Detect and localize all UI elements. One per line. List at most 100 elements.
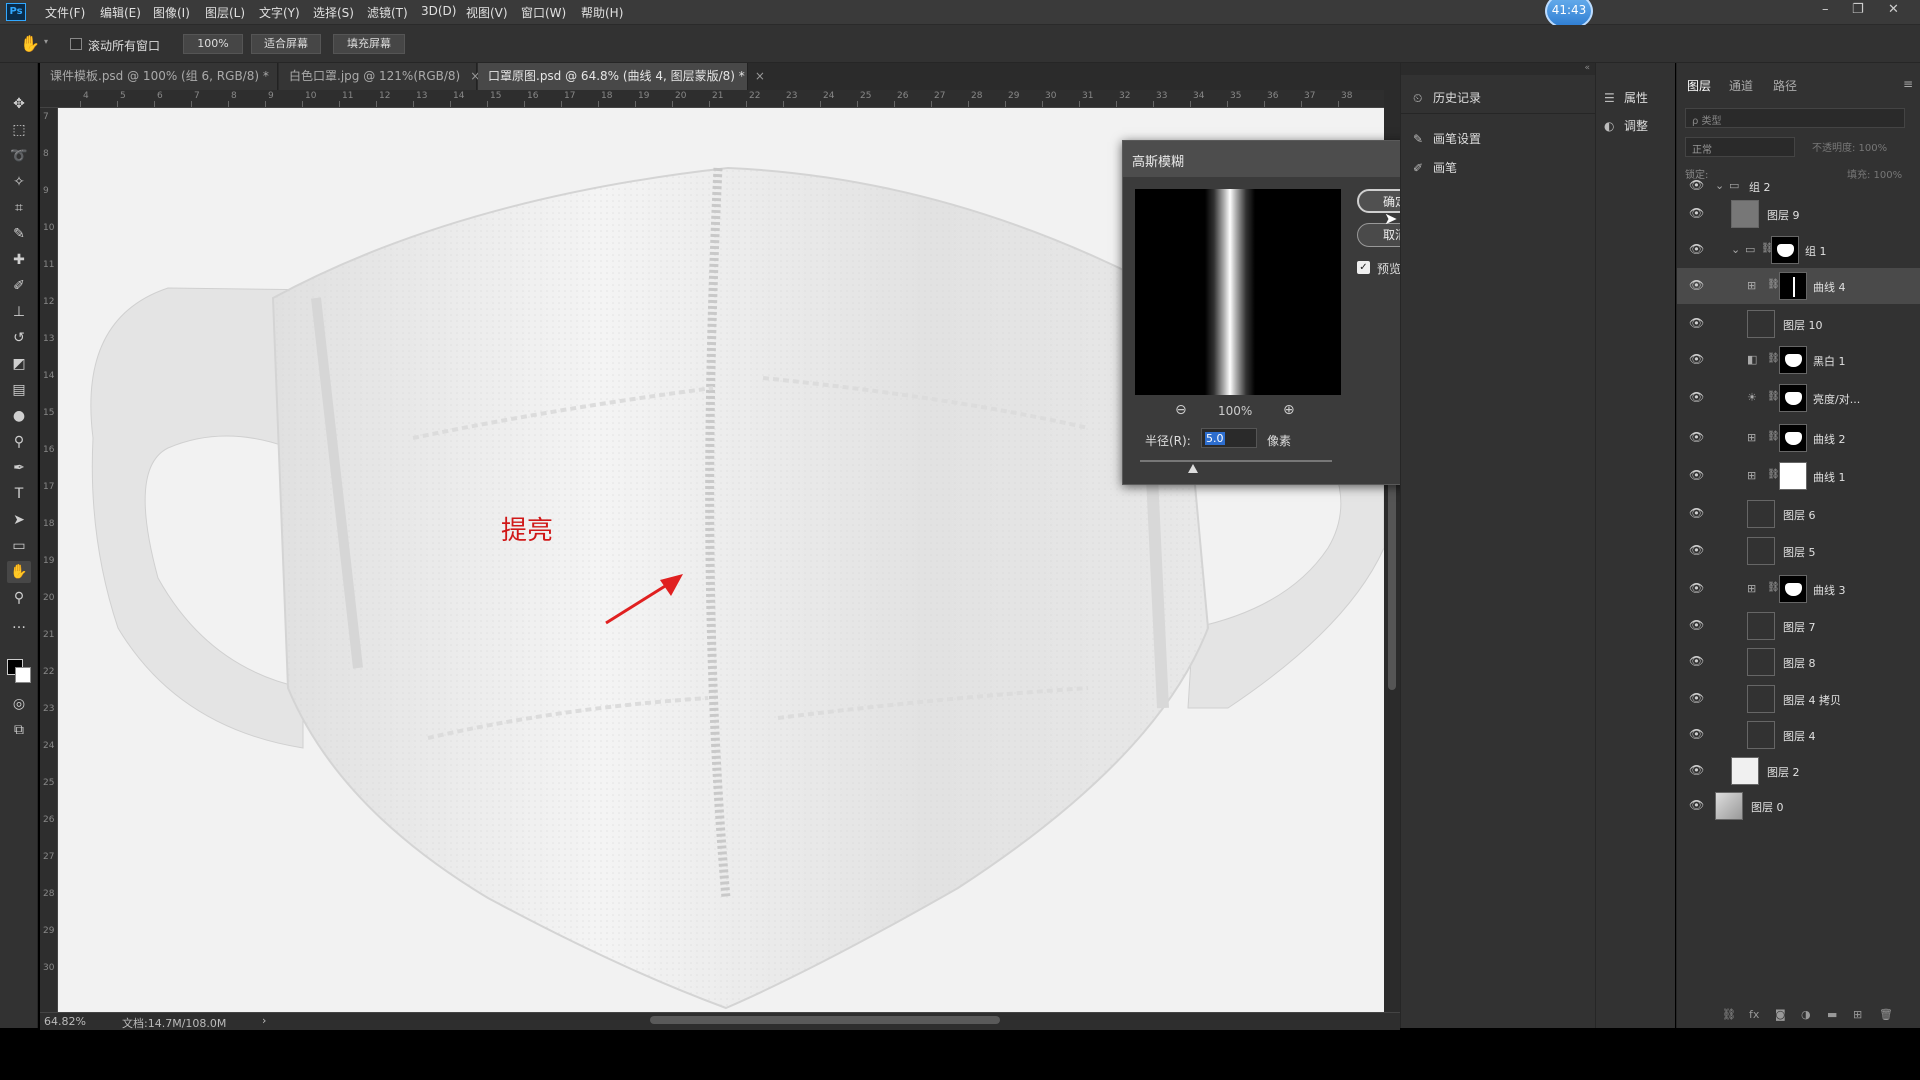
layer-row[interactable]: 👁 图层 8 [1677,644,1920,680]
visibility-eye-icon[interactable]: 👁 [1689,798,1704,812]
history-panel-tab[interactable]: ⏲ 历史记录 [1413,89,1481,106]
layer-filter-input[interactable]: ρ 类型 [1685,108,1905,128]
visibility-eye-icon[interactable]: 👁 [1689,278,1704,292]
close-icon[interactable]: × [755,69,765,83]
group-toggle-icon[interactable]: ⌄ [1715,179,1724,192]
tab-channels[interactable]: 通道 [1729,77,1753,94]
magic-wand-tool-icon[interactable]: ✧ [7,171,31,193]
visibility-eye-icon[interactable]: 👁 [1689,581,1704,595]
quick-mask-icon[interactable]: ◎ [7,693,31,715]
clone-stamp-tool-icon[interactable]: ⊥ [7,301,31,323]
visibility-eye-icon[interactable]: 👁 [1689,316,1704,330]
mask-link-icon[interactable]: ⛓ [1767,353,1780,364]
layer-thumbnail[interactable] [1747,500,1775,528]
eyedropper-tool-icon[interactable]: ✎ [7,223,31,245]
layer-row[interactable]: 👁 图层 9 [1677,196,1920,232]
mask-icon[interactable]: ◙ [1775,1008,1786,1021]
visibility-eye-icon[interactable]: 👁 [1689,242,1704,256]
menu-window[interactable]: 窗口(W) [521,4,566,21]
panel-collapse-icon[interactable]: « [1401,63,1596,75]
mask-thumbnail[interactable] [1779,346,1807,374]
zoom-100-button[interactable]: 100% [183,34,243,54]
layer-thumbnail[interactable] [1747,721,1775,749]
menu-file[interactable]: 文件(F) [45,4,85,21]
mask-thumbnail[interactable] [1779,384,1807,412]
restore-button[interactable]: ❐ [1852,2,1864,17]
curves-adjustment-icon[interactable]: ⊞ [1747,279,1756,292]
dodge-tool-icon[interactable]: ⚲ [7,431,31,453]
mask-link-icon[interactable]: ⛓ [1767,279,1780,290]
marquee-tool-icon[interactable]: ⬚ [7,119,31,141]
type-tool-icon[interactable]: T [7,483,31,505]
layer-row[interactable]: 👁 ⊞ ⛓ 曲线 4 [1677,268,1920,304]
zoom-in-icon[interactable]: ⊕ [1283,402,1295,418]
layer-row[interactable]: 👁 ⊞ ⛓ 曲线 3 [1677,571,1920,607]
menu-select[interactable]: 选择(S) [313,4,354,21]
menu-help[interactable]: 帮助(H) [581,4,623,21]
scroll-all-checkbox[interactable] [70,38,82,50]
visibility-eye-icon[interactable]: 👁 [1689,618,1704,632]
layer-thumbnail[interactable] [1747,612,1775,640]
brush-settings-tab[interactable]: ✎ 画笔设置 [1413,130,1481,147]
visibility-eye-icon[interactable]: 👁 [1689,390,1704,404]
visibility-eye-icon[interactable]: 👁 [1689,654,1704,668]
layer-row[interactable]: 👁 ⊞ ⛓ 曲线 2 [1677,420,1920,456]
gradient-tool-icon[interactable]: ▤ [7,379,31,401]
curves-adjustment-icon[interactable]: ⊞ [1747,431,1756,444]
layer-row[interactable]: 👁 ⊞ ⛓ 曲线 1 [1677,458,1920,494]
layer-thumbnail[interactable] [1731,757,1759,785]
curves-adjustment-icon[interactable]: ⊞ [1747,469,1756,482]
visibility-eye-icon[interactable]: 👁 [1689,430,1704,444]
layer-thumbnail[interactable] [1731,200,1759,228]
layer-row[interactable]: 👁 图层 4 拷贝 [1677,681,1920,717]
visibility-eye-icon[interactable]: 👁 [1689,468,1704,482]
crop-tool-icon[interactable]: ⌗ [7,197,31,219]
status-menu-arrow[interactable]: › [262,1014,266,1027]
link-icon[interactable]: ⛓ [1722,1008,1736,1021]
layer-row[interactable]: 👁 图层 6 [1677,496,1920,532]
background-color-swatch[interactable] [15,667,31,683]
hand-tool-icon[interactable]: ✋ [7,561,31,583]
menu-filter[interactable]: 滤镜(T) [367,4,408,21]
move-tool-icon[interactable]: ✥ [7,93,31,115]
radius-input[interactable]: 5.0 [1201,428,1257,448]
menu-layer[interactable]: 图层(L) [205,4,245,21]
zoom-out-icon[interactable]: ⊖ [1175,402,1187,418]
group-toggle-icon[interactable]: ⌄ [1731,243,1740,256]
layer-row[interactable]: 👁 ⌄ ▭ ⛓ 组 1 [1677,232,1920,268]
brush-tab[interactable]: ✐ 画笔 [1413,159,1457,176]
fit-screen-button[interactable]: 适合屏幕 [251,34,321,54]
healing-brush-tool-icon[interactable]: ✚ [7,249,31,271]
blur-tool-icon[interactable]: ● [7,405,31,427]
path-selection-tool-icon[interactable]: ➤ [7,509,31,531]
layer-row[interactable]: 👁 图层 0 [1677,788,1920,824]
mask-link-icon[interactable]: ⛓ [1767,582,1780,593]
new-layer-icon[interactable]: ⊞ [1853,1008,1862,1021]
mask-link-icon[interactable]: ⛓ [1767,431,1780,442]
folder-icon[interactable]: ▬ [1827,1008,1837,1021]
mask-thumbnail[interactable] [1779,272,1807,300]
mask-link-icon[interactable]: ⛓ [1767,391,1780,402]
blur-preview[interactable] [1135,189,1341,395]
tab-document-3[interactable]: 口罩原图.psd @ 64.8% (曲线 4, 图层蒙版/8) * × [478,63,765,90]
layer-row[interactable]: 👁 ◧ ⛓ 黑白 1 [1677,342,1920,378]
menu-3d[interactable]: 3D(D) [421,4,456,18]
horizontal-scroll-thumb[interactable] [650,1016,1000,1024]
visibility-eye-icon[interactable]: 👁 [1689,543,1704,557]
opacity-field[interactable]: 不透明度: 100% [1812,139,1887,154]
blend-mode-select[interactable]: 正常 [1685,137,1795,157]
layer-row[interactable]: 👁 图层 4 [1677,717,1920,753]
screen-mode-icon[interactable]: ⧉ [7,719,31,741]
fx-icon[interactable]: fx [1749,1008,1759,1021]
zoom-tool-icon[interactable]: ⚲ [7,587,31,609]
tab-document-2[interactable]: 白色口罩.jpg @ 121%(RGB/8) × [279,63,480,90]
layer-thumbnail[interactable] [1747,648,1775,676]
menu-image[interactable]: 图像(I) [153,4,190,21]
layer-row[interactable]: 👁 ☀ ⛓ 亮度/对... [1677,380,1920,416]
layer-row[interactable]: 👁 图层 2 [1677,753,1920,789]
brightness-adjustment-icon[interactable]: ☀ [1747,391,1757,404]
mask-link-icon[interactable]: ⛓ [1767,469,1780,480]
close-window-button[interactable]: ✕ [1888,2,1899,17]
layer-thumbnail[interactable] [1747,685,1775,713]
brush-tool-icon[interactable]: ✐ [7,275,31,297]
